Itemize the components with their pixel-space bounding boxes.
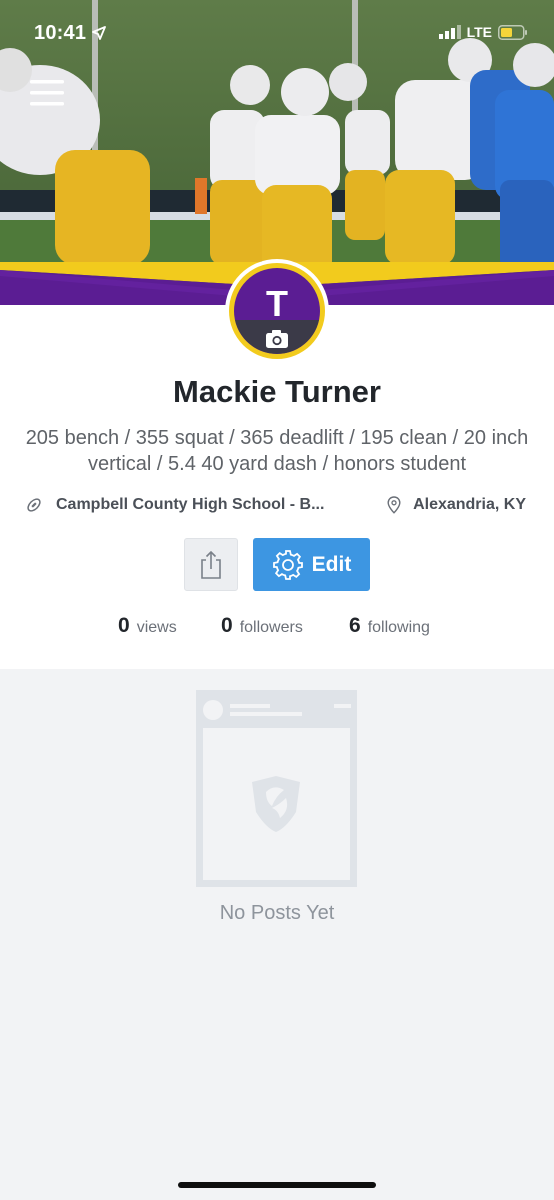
- location-name: Alexandria, KY: [413, 496, 526, 513]
- stat-following[interactable]: 6 following: [349, 614, 430, 638]
- football-icon: [27, 498, 41, 512]
- no-posts-label: No Posts Yet: [219, 902, 335, 924]
- avatar[interactable]: T: [224, 258, 330, 364]
- status-indicators: LTE: [438, 24, 528, 40]
- location-arrow-icon: [92, 26, 106, 40]
- stat-label: followers: [239, 619, 303, 636]
- battery-icon: [498, 24, 527, 40]
- share-icon: [201, 550, 221, 579]
- home-indicator[interactable]: [178, 1182, 376, 1188]
- menu-button[interactable]: [30, 78, 66, 108]
- school-name: Campbell County High School - B...: [56, 496, 325, 513]
- stat-followers[interactable]: 0 followers: [221, 614, 303, 638]
- signal-bars-icon: [438, 25, 461, 39]
- avatar-initial: T: [266, 283, 288, 324]
- network-label: LTE: [466, 24, 492, 40]
- status-time: 10:41: [34, 22, 87, 44]
- share-button[interactable]: [184, 538, 238, 591]
- location-info: Alexandria, KY: [387, 496, 526, 514]
- gear-icon: [272, 549, 303, 580]
- stat-label: views: [136, 619, 177, 636]
- school-info[interactable]: Campbell County High School - B...: [26, 496, 324, 514]
- empty-post-illustration: [196, 690, 357, 887]
- stat-label: following: [367, 619, 430, 636]
- status-bar: 10:41 LTE: [0, 0, 554, 66]
- map-pin-icon: [387, 496, 401, 514]
- stat-views[interactable]: 0 views: [118, 614, 177, 638]
- hamburger-menu-icon: [30, 80, 64, 106]
- profile-stats: 0 views 0 followers 6 following: [0, 614, 554, 644]
- profile-name: Mackie Turner: [173, 374, 381, 409]
- edit-button-label: Edit: [311, 552, 352, 576]
- stat-value: 0: [221, 614, 233, 637]
- empty-post-placeholder: [196, 690, 357, 887]
- stat-value: 0: [118, 614, 130, 637]
- avatar-image: T: [225, 259, 329, 363]
- edit-button[interactable]: Edit: [253, 538, 370, 591]
- stat-value: 6: [349, 614, 361, 637]
- profile-bio: 205 bench / 355 squat / 365 deadlift / 1…: [25, 427, 529, 475]
